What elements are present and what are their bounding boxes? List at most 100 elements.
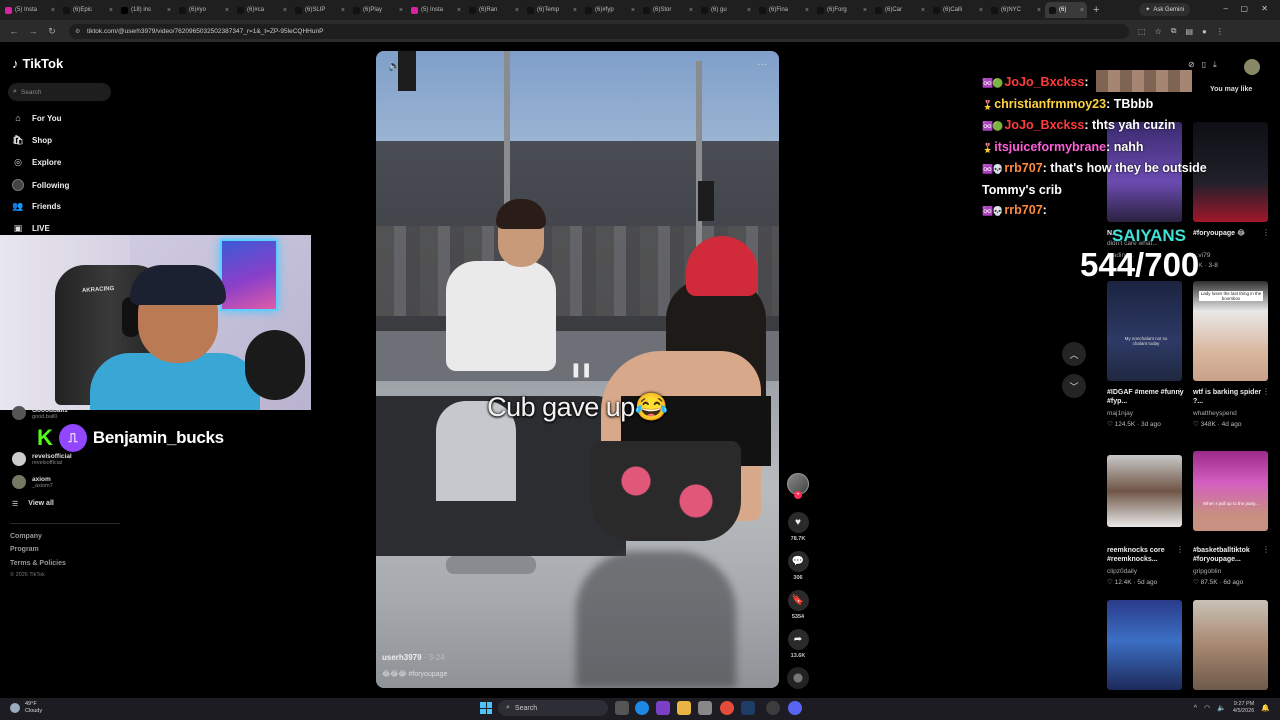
menu-icon[interactable]: ⋮ [1216,27,1224,36]
discord-icon[interactable] [788,701,802,715]
browser-tab[interactable]: (6)SLIP × [291,2,348,18]
browser-tab[interactable]: (6)Calli × [929,2,986,18]
clock[interactable]: 9:27 PM 4/5/2026 [1233,701,1254,715]
video-player[interactable]: 🔈 ··· ❚❚ Cub gave up😂 userh3979 · 3-24 😂… [376,51,779,688]
settings-icon[interactable] [698,701,712,715]
sidepanel-icon[interactable]: ▤ [1185,27,1193,36]
browser-tab[interactable]: (18) ins × [117,2,174,18]
maximize-icon[interactable]: ▢ [1240,4,1248,13]
nav-for-you[interactable]: ⌂ For You [12,113,61,123]
browser-tab[interactable]: (6)Temp × [523,2,580,18]
steam-icon[interactable] [741,701,755,715]
card-title[interactable]: #foryoupage 😂 [1193,229,1273,238]
search-input[interactable] [20,88,101,96]
close-tab-icon[interactable]: × [921,7,925,14]
device-icon[interactable]: ▯ [1202,60,1206,70]
card-title[interactable]: reemknocks core #reemknocks... [1107,546,1187,564]
tiktok-logo[interactable]: ♪ TikTok [12,56,63,71]
video-thumbnail[interactable]: Lady loses the last thing in the boombox [1193,281,1268,381]
taskbar-search[interactable]: ⌕ Search [498,700,608,716]
nav-live[interactable]: ▣ LIVE [12,223,50,234]
copilot-icon[interactable] [656,701,670,715]
ask-gemini-button[interactable]: ✦ Ask Gemini [1139,3,1190,16]
edge-icon[interactable] [635,701,649,715]
chevron-up-icon[interactable]: ^ [1194,705,1197,712]
card-title[interactable]: #basketballtiktok #foryoupage... [1193,546,1273,564]
close-tab-icon[interactable]: × [341,7,345,14]
close-tab-icon[interactable]: × [979,7,983,14]
weather-widget[interactable]: 49°F Cloudy [10,701,42,715]
close-tab-icon[interactable]: × [457,7,461,14]
search-box[interactable]: ⌕ [8,83,111,101]
browser-tab[interactable]: (6)Car × [871,2,928,18]
card-user[interactable]: gripgoblin [1193,568,1221,575]
profile-avatar[interactable] [1244,59,1260,75]
wifi-icon[interactable]: ◠ [1204,704,1210,712]
browser-tab[interactable]: (6) gu × [697,2,754,18]
windows-start-icon[interactable] [480,702,492,714]
more-options-icon[interactable]: ··· [757,59,767,70]
close-tab-icon[interactable]: × [225,7,229,14]
reload-icon[interactable]: ↻ [47,26,57,37]
close-tab-icon[interactable]: × [747,7,751,14]
minimize-icon[interactable]: – [1224,4,1228,13]
close-tab-icon[interactable]: × [805,7,809,14]
site-info-icon[interactable]: ⚙ [75,28,80,35]
file-explorer-icon[interactable] [677,701,691,715]
download-icon[interactable]: ⤓ [1213,60,1217,70]
video-thumbnail[interactable]: My nonchalant not so chalant today [1107,281,1182,381]
card-title[interactable]: #IDGAF #meme #funny #fyp... [1107,388,1187,406]
browser-tab[interactable]: (6) × [1045,2,1087,18]
chrome-icon[interactable] [720,701,734,715]
following-account[interactable]: revelsofficial revelsofficial [12,452,72,466]
footer-company-link[interactable]: Company [10,533,42,540]
close-tab-icon[interactable]: × [167,7,171,14]
browser-tab[interactable]: (6)NYC × [987,2,1044,18]
extensions-icon[interactable]: ⧉ [1171,26,1177,36]
nav-following[interactable]: Following [12,179,69,191]
card-title[interactable]: wtf is barking spider ?... [1193,388,1273,406]
video-thumbnail[interactable] [1107,600,1182,690]
following-account[interactable]: Gooodball1 good.ball0 [12,406,68,420]
card-user[interactable]: maj1njay [1107,410,1133,417]
card-user[interactable]: clipz0daily [1107,568,1137,575]
browser-tab[interactable]: (6)Fina × [755,2,812,18]
browser-tab[interactable]: (6)Play × [349,2,406,18]
volume-icon[interactable]: 🔈 [388,61,400,72]
new-tab-button[interactable]: + [1093,4,1099,16]
compass-icon[interactable]: ⊘ [1188,60,1195,70]
browser-tab[interactable]: (6)Stor × [639,2,696,18]
browser-tab[interactable]: (6)#ca × [233,2,290,18]
browser-tab[interactable]: (5) Insta × [1,2,58,18]
close-tab-icon[interactable]: × [1037,7,1041,14]
browser-tab[interactable]: (6)Forg × [813,2,870,18]
nav-shop[interactable]: 🛍 Shop [12,135,52,146]
close-tab-icon[interactable]: × [863,7,867,14]
notification-icon[interactable]: 🔔 [1261,704,1270,712]
follow-plus-icon[interactable]: + [794,491,802,499]
card-more-icon[interactable]: ⋮ [1262,228,1270,237]
install-icon[interactable]: ⬚ [1138,27,1146,36]
browser-tab[interactable]: (6)Ran × [465,2,522,18]
forward-icon[interactable]: → [28,26,38,36]
music-disc-icon[interactable] [787,667,809,689]
video-thumbnail[interactable] [1193,600,1268,690]
close-tab-icon[interactable]: × [51,7,55,14]
bookmark-star-icon[interactable]: ☆ [1155,27,1162,36]
previous-video-button[interactable]: ︿ [1062,342,1086,366]
footer-program-link[interactable]: Program [10,546,39,553]
comment-button[interactable]: 💬 306 [786,551,810,581]
browser-tab[interactable]: (6)Epic × [59,2,116,18]
url-field[interactable]: ⚙ tiktok.com/@userh3979/video/7620965032… [69,23,1129,39]
close-tab-icon[interactable]: × [1080,7,1084,14]
share-button[interactable]: ➦ 13.6K [786,629,810,659]
task-view-icon[interactable] [615,701,629,715]
video-thumbnail[interactable]: When I pull up to the party... [1193,451,1268,531]
nav-explore[interactable]: ◎ Explore [12,157,61,168]
card-user[interactable]: whattheyspend [1193,410,1237,417]
close-tab-icon[interactable]: × [399,7,403,14]
following-account[interactable]: axiom _axiom7 [12,475,53,489]
card-more-icon[interactable]: ⋮ [1262,545,1270,554]
like-button[interactable]: ♥ 78.7K [786,512,810,542]
close-tab-icon[interactable]: × [631,7,635,14]
